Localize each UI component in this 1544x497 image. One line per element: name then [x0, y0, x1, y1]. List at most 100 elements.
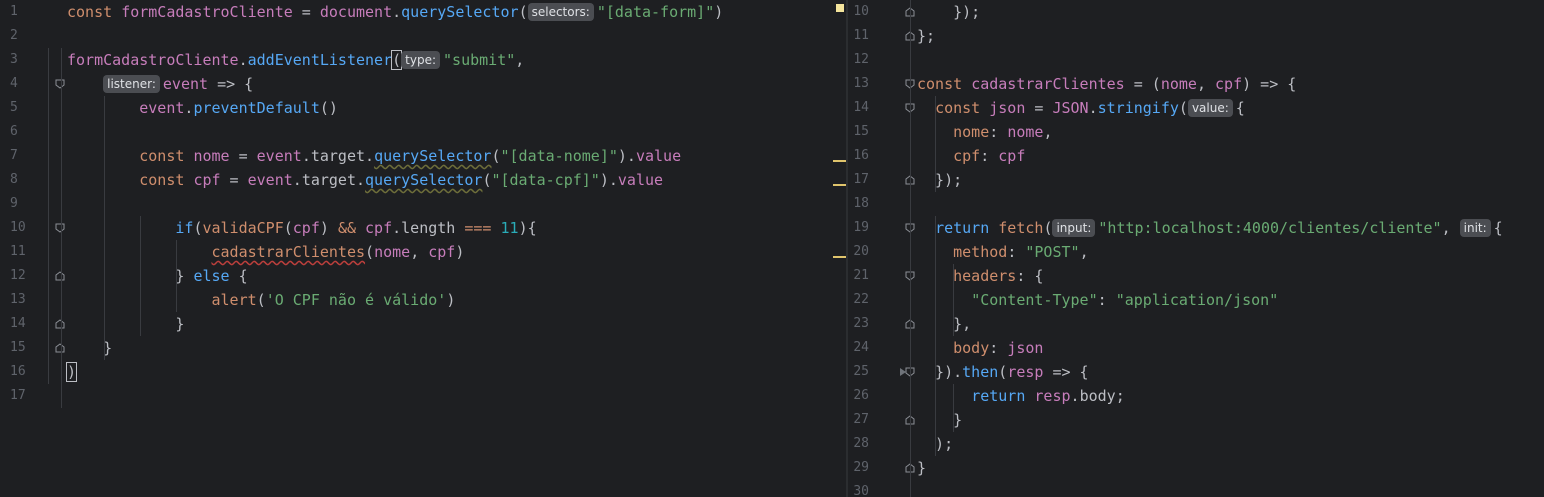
code-line[interactable]: 12 } else { [0, 264, 846, 288]
line-number[interactable]: 14 [10, 312, 50, 336]
code-line[interactable]: 8 const cpf = event.target.querySelector… [0, 168, 846, 192]
line-number[interactable]: 25 [848, 360, 869, 384]
code-line[interactable]: 25 }).then(resp => { [848, 360, 1544, 384]
code-line[interactable]: 3 formCadastroCliente.addEventListener(ty… [0, 48, 846, 72]
code-line[interactable]: 15 nome: nome, [848, 120, 1544, 144]
code-line[interactable]: 28 ); [848, 432, 1544, 456]
line-number[interactable]: 6 [10, 120, 50, 144]
code-line[interactable]: 11}; [848, 24, 1544, 48]
line-number[interactable]: 13 [848, 72, 869, 96]
code-line[interactable]: 13 alert('O CPF não é válido') [0, 288, 846, 312]
line-number[interactable]: 11 [10, 240, 50, 264]
line-number[interactable]: 12 [10, 264, 50, 288]
line-number[interactable]: 2 [10, 24, 50, 48]
line-number[interactable]: 18 [848, 192, 869, 216]
fold-close-icon[interactable] [55, 319, 65, 329]
code-text[interactable]: event.preventDefault() [67, 96, 338, 120]
line-number[interactable]: 10 [10, 216, 50, 240]
line-number[interactable]: 17 [848, 168, 869, 192]
code-line[interactable]: 1 const formCadastroCliente = document.qu… [0, 0, 846, 24]
code-line[interactable]: 14 } [0, 312, 846, 336]
code-line[interactable]: 5 event.preventDefault() [0, 96, 846, 120]
code-line[interactable]: 4 listener: event => { [0, 72, 846, 96]
code-line[interactable]: 29} [848, 456, 1544, 480]
fold-close-icon[interactable] [55, 343, 65, 353]
code-text[interactable]: const cadastrarClientes = (nome, cpf) =>… [917, 72, 1296, 96]
code-line[interactable]: 12 [848, 48, 1544, 72]
code-text[interactable]: cpf: cpf [917, 144, 1025, 168]
code-text[interactable]: } [67, 336, 112, 360]
code-text[interactable]: return fetch(input: "http:localhost:4000/… [917, 216, 1503, 240]
code-text[interactable]: nome: nome, [917, 120, 1052, 144]
code-text[interactable]: }); [917, 0, 980, 24]
code-text[interactable]: listener: event => { [67, 72, 253, 96]
line-number[interactable]: 10 [848, 0, 869, 24]
line-number[interactable]: 3 [10, 48, 50, 72]
line-number[interactable]: 11 [848, 24, 869, 48]
line-number[interactable]: 7 [10, 144, 50, 168]
code-line[interactable]: 14 const json = JSON.stringify(value:{ [848, 96, 1544, 120]
code-text[interactable]: alert('O CPF não é válido') [67, 288, 456, 312]
code-text[interactable]: const formCadastroCliente = document.que… [67, 0, 723, 24]
code-text[interactable]: cadastrarClientes(nome, cpf) [67, 240, 465, 264]
change-marker[interactable] [833, 256, 846, 258]
line-number[interactable]: 1 [10, 0, 50, 24]
code-text[interactable]: "Content-Type": "application/json" [917, 288, 1278, 312]
line-number[interactable]: 30 [848, 480, 869, 497]
line-number[interactable]: 23 [848, 312, 869, 336]
code-line[interactable]: 17 [0, 384, 846, 408]
line-number[interactable]: 28 [848, 432, 869, 456]
line-number[interactable]: 16 [10, 360, 50, 384]
line-number[interactable]: 5 [10, 96, 50, 120]
bookmark-icon[interactable] [836, 4, 844, 12]
code-line[interactable]: 10 }); [848, 0, 1544, 24]
line-number[interactable]: 15 [848, 120, 869, 144]
code-text[interactable]: const json = JSON.stringify(value:{ [917, 96, 1245, 120]
code-line[interactable]: 11 cadastrarClientes(nome, cpf) [0, 240, 846, 264]
code-text[interactable]: }, [917, 312, 971, 336]
code-line[interactable]: 16 cpf: cpf [848, 144, 1544, 168]
code-line[interactable]: 18 [848, 192, 1544, 216]
line-number[interactable]: 13 [10, 288, 50, 312]
code-text[interactable]: } [917, 408, 962, 432]
line-number[interactable]: 15 [10, 336, 50, 360]
code-text[interactable]: return resp.body; [917, 384, 1125, 408]
line-number[interactable]: 17 [10, 384, 50, 408]
line-number[interactable]: 21 [848, 264, 869, 288]
line-number[interactable]: 9 [10, 192, 50, 216]
line-number[interactable]: 26 [848, 384, 869, 408]
fold-open-icon[interactable] [55, 79, 65, 89]
change-marker[interactable] [833, 160, 846, 162]
line-number[interactable]: 22 [848, 288, 869, 312]
code-text[interactable]: }; [917, 24, 935, 48]
line-number[interactable]: 8 [10, 168, 50, 192]
code-text[interactable]: } [67, 312, 184, 336]
change-marker[interactable] [833, 184, 846, 186]
code-text[interactable]: ) [65, 360, 78, 384]
fold-close-icon[interactable] [55, 271, 65, 281]
code-line[interactable]: 6 [0, 120, 846, 144]
line-number[interactable]: 16 [848, 144, 869, 168]
line-number[interactable]: 27 [848, 408, 869, 432]
code-text[interactable]: }).then(resp => { [917, 360, 1089, 384]
code-text[interactable]: const cpf = event.target.querySelector("… [67, 168, 663, 192]
code-line[interactable]: 30 [848, 480, 1544, 497]
fold-open-icon[interactable] [55, 223, 65, 233]
code-text[interactable]: method: "POST", [917, 240, 1088, 264]
line-number[interactable]: 24 [848, 336, 869, 360]
code-line[interactable]: 7 const nome = event.target.querySelecto… [0, 144, 846, 168]
line-number[interactable]: 29 [848, 456, 869, 480]
editor-right-pane[interactable]: 10 }); 11}; 12 13 const cadastrarClientes = … [848, 0, 1544, 497]
code-line[interactable]: 19 return fetch(input: "http:localhost:40… [848, 216, 1544, 240]
line-number[interactable]: 12 [848, 48, 869, 72]
code-text[interactable]: formCadastroCliente.addEventListener(typ… [67, 48, 524, 72]
code-line[interactable]: 20 method: "POST", [848, 240, 1544, 264]
code-line[interactable]: 16) [0, 360, 846, 384]
code-line[interactable]: 9 [0, 192, 846, 216]
line-number[interactable]: 4 [10, 72, 50, 96]
code-line[interactable]: 24 body: json [848, 336, 1544, 360]
breakpoint-arrow-icon[interactable] [900, 368, 906, 376]
line-number[interactable]: 19 [848, 216, 869, 240]
code-line[interactable]: 13 const cadastrarClientes = (nome, cpf) … [848, 72, 1544, 96]
line-number[interactable]: 20 [848, 240, 869, 264]
